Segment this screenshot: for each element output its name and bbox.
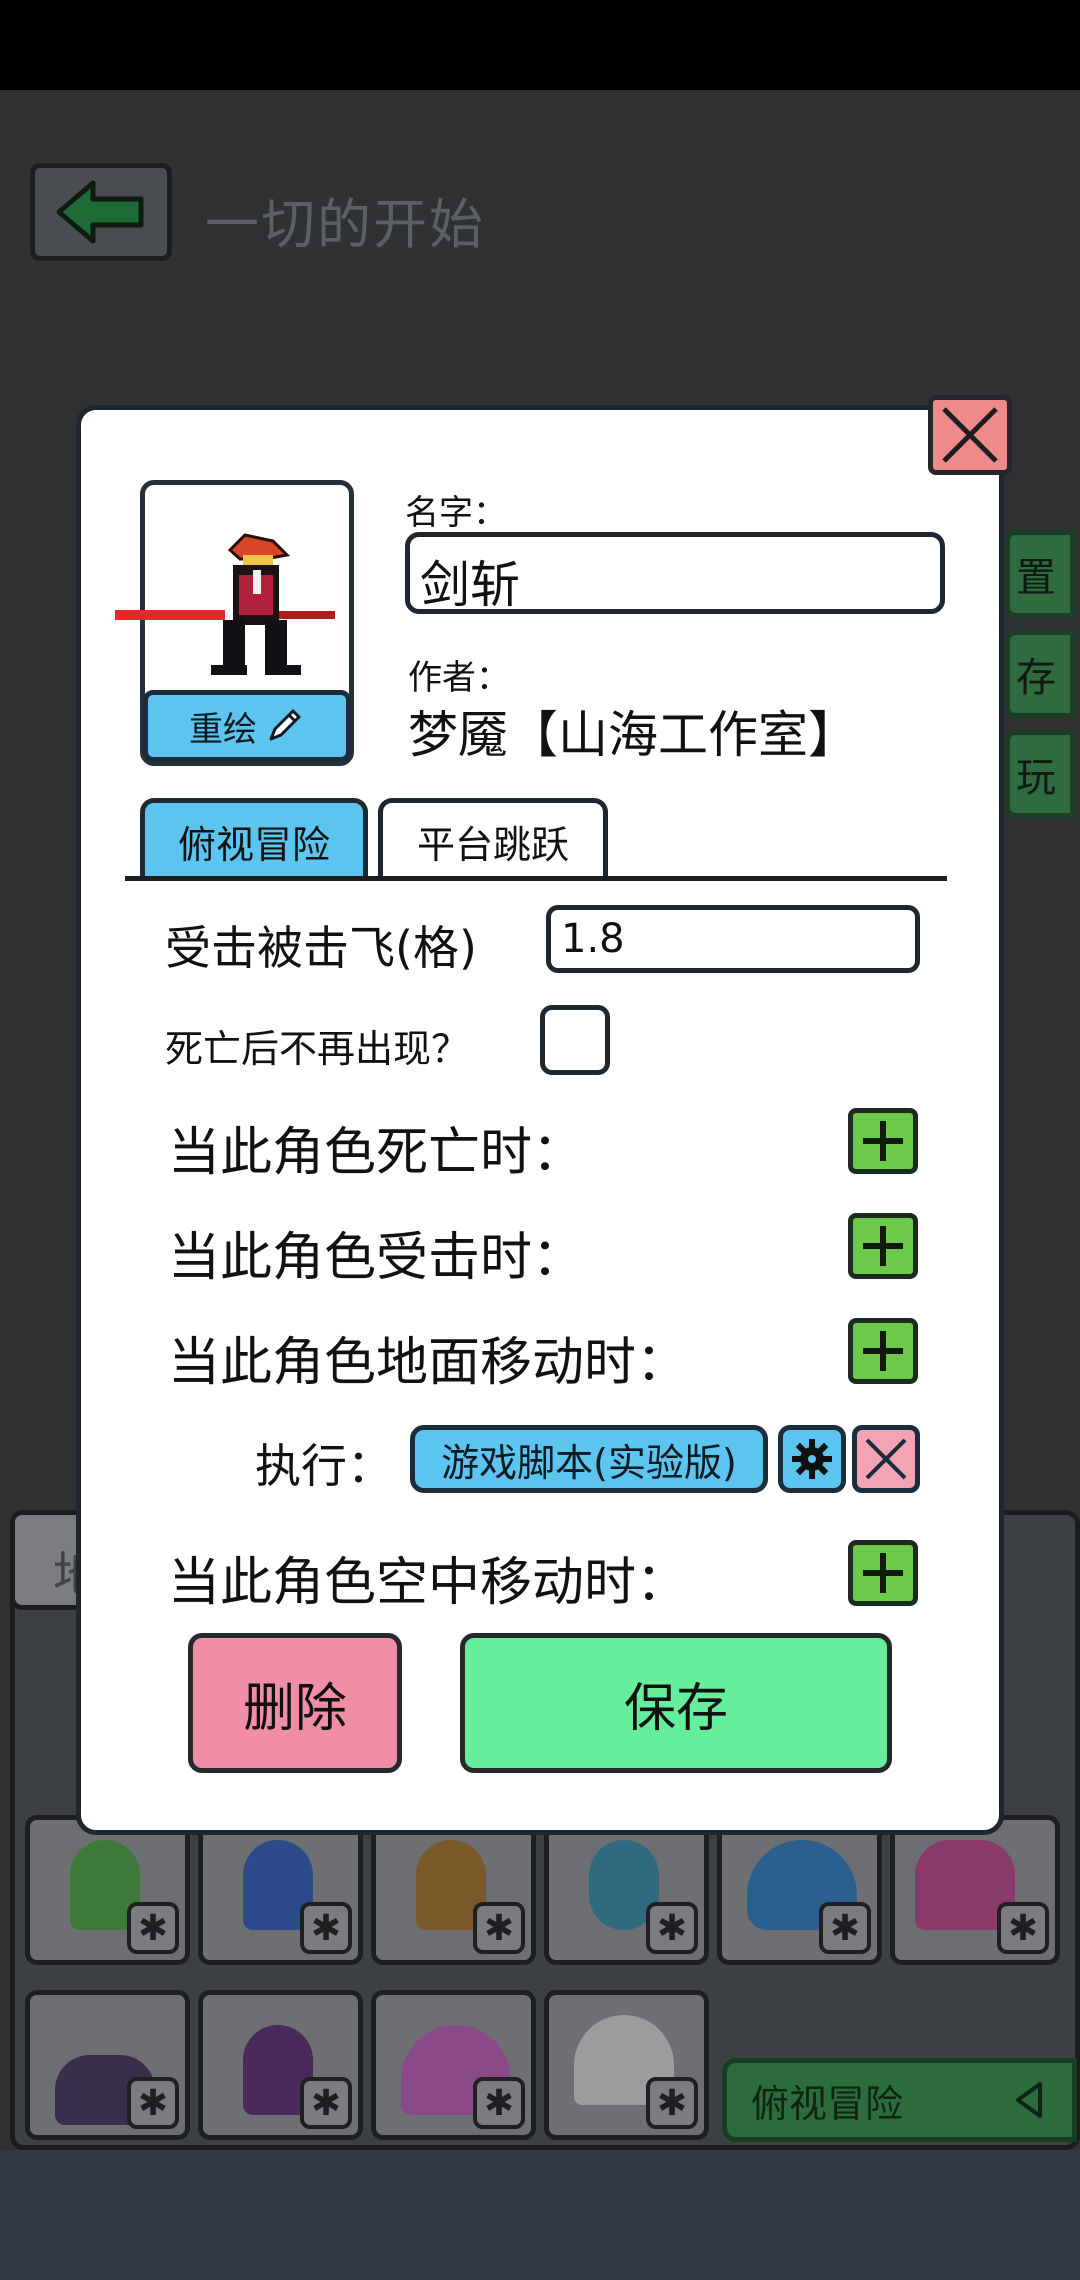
tab-top-down-adventure[interactable]: 俯视冒险 (140, 798, 368, 880)
character-cell[interactable]: ✱ (544, 1990, 709, 2140)
mode-selector[interactable]: 俯视冒险 (722, 2058, 1077, 2142)
chevron-left-icon (1016, 2082, 1042, 2118)
page-title: 一切的开始 (205, 193, 485, 256)
gear-icon[interactable]: ✱ (127, 2077, 179, 2129)
gear-icon[interactable]: ✱ (300, 2077, 352, 2129)
plus-icon (863, 1121, 903, 1161)
no-respawn-label: 死亡后不再出现？ (165, 1027, 470, 1071)
add-on-ground-move-button[interactable] (848, 1318, 918, 1384)
add-on-death-button[interactable] (848, 1108, 918, 1174)
remove-script-button[interactable] (852, 1425, 920, 1493)
tab-divider (125, 876, 947, 881)
mode-label: 俯视冒险 (751, 2081, 904, 2126)
plus-icon (863, 1553, 903, 1593)
character-cell[interactable]: ✱ (25, 1815, 190, 1965)
arrow-left-icon (56, 180, 144, 244)
character-cell[interactable]: ✱ (371, 1990, 536, 2140)
character-cell[interactable]: ✱ (544, 1815, 709, 1965)
character-cell[interactable]: ✱ (198, 1815, 363, 1965)
side-button-play[interactable]: 玩 (1005, 730, 1075, 818)
knockback-label: 受击被击飞(格) (165, 921, 477, 975)
warrior-sprite (115, 533, 335, 675)
event-on-ground-move-label: 当此角色地面移动时： (168, 1333, 689, 1393)
add-on-hit-button[interactable] (848, 1213, 918, 1279)
save-button[interactable]: 保存 (460, 1633, 892, 1773)
name-label: 名字： (405, 493, 507, 533)
gear-icon[interactable]: ✱ (646, 1902, 698, 1954)
gear-icon[interactable]: ✱ (300, 1902, 352, 1954)
event-on-hit-label: 当此角色受击时： (168, 1228, 585, 1288)
no-respawn-checkbox[interactable] (540, 1005, 610, 1075)
gear-icon[interactable]: ✱ (819, 1902, 871, 1954)
character-cell[interactable]: ✱ (371, 1815, 536, 1965)
close-icon (942, 407, 998, 463)
tab-platform-jump[interactable]: 平台跳跃 (378, 798, 608, 880)
character-cell[interactable]: ✱ (890, 1815, 1060, 1965)
back-button[interactable] (30, 163, 172, 261)
side-button-settings[interactable]: 置 (1005, 530, 1075, 618)
gear-icon[interactable]: ✱ (127, 1902, 179, 1954)
character-cell[interactable]: ✱ (717, 1815, 882, 1965)
pencil-icon (269, 709, 301, 741)
redraw-button[interactable]: 重绘 (143, 690, 351, 762)
knockback-input[interactable]: 1.8 (546, 905, 920, 973)
script-settings-button[interactable] (778, 1425, 846, 1493)
script-selector[interactable]: 游戏脚本(实验版) (410, 1425, 768, 1493)
close-icon (865, 1438, 907, 1480)
event-on-death-label: 当此角色死亡时： (168, 1123, 585, 1183)
gear-icon[interactable]: ✱ (473, 2077, 525, 2129)
plus-icon (863, 1331, 903, 1371)
side-button-save[interactable]: 存 (1005, 630, 1075, 718)
plus-icon (863, 1226, 903, 1266)
gear-icon[interactable]: ✱ (473, 1902, 525, 1954)
event-on-air-move-label: 当此角色空中移动时： (168, 1553, 689, 1613)
close-button[interactable] (928, 395, 1012, 475)
name-input[interactable]: 剑斩 (405, 532, 945, 614)
author-label: 作者： (408, 658, 510, 698)
execute-label: 执行： (255, 1439, 393, 1493)
author-value: 梦魇【山海工作室】 (408, 706, 858, 764)
gear-icon[interactable]: ✱ (646, 2077, 698, 2129)
redraw-label: 重绘 (189, 709, 257, 750)
delete-button[interactable]: 删除 (188, 1633, 402, 1773)
gear-icon (792, 1439, 832, 1479)
status-bar (0, 0, 1080, 90)
add-on-air-move-button[interactable] (848, 1540, 918, 1606)
character-cell[interactable]: ✱ (25, 1990, 190, 2140)
character-cell[interactable]: ✱ (198, 1990, 363, 2140)
gear-icon[interactable]: ✱ (997, 1902, 1049, 1954)
navigation-bar (0, 2150, 1080, 2280)
